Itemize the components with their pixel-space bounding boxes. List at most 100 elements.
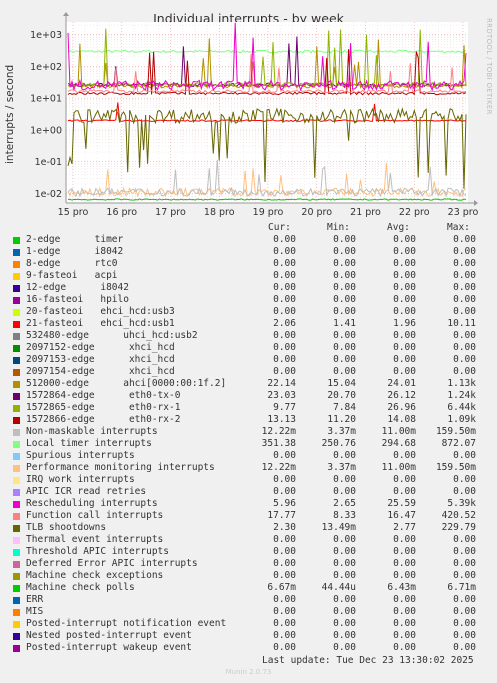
legend-label: Rescheduling interrupts bbox=[26, 498, 158, 509]
legend-max-value: 0.00 bbox=[453, 486, 476, 497]
legend-label: IRQ work interrupts bbox=[26, 474, 135, 485]
legend-max-value: 10.11 bbox=[447, 318, 476, 329]
legend-label: 9-fasteoi acpi bbox=[26, 270, 118, 281]
y-tick-label: 1e-01 bbox=[35, 157, 62, 168]
legend-swatch bbox=[13, 465, 20, 472]
legend-max-value: 6.44k bbox=[447, 402, 476, 413]
legend-max-value: 0.00 bbox=[453, 234, 476, 245]
legend-row: ERR 0.00 0.00 0.00 0.00 bbox=[0, 594, 497, 606]
legend-max-value: 1.13k bbox=[447, 378, 476, 389]
legend-row: Spurious interrupts 0.00 0.00 0.00 0.00 bbox=[0, 450, 497, 462]
y-axis-arrow bbox=[63, 12, 69, 16]
legend-row: TLB shootdowns 2.30 13.49m 2.77 229.79 bbox=[0, 522, 497, 534]
legend-swatch bbox=[13, 573, 20, 580]
legend-row: 1-edge i8042 0.00 0.00 0.00 0.00 bbox=[0, 246, 497, 258]
legend-label: 12-edge i8042 bbox=[26, 282, 129, 293]
legend-label: APIC ICR read retries bbox=[26, 486, 147, 497]
legend-row: Local timer interrupts 351.38 250.76 294.68… bbox=[0, 438, 497, 450]
legend-row: Function call interrupts 17.77 8.33 16.47 42… bbox=[0, 510, 497, 522]
legend-row: 1572866-edge eth0-rx-2 13.13 11.20 14.08 1.0… bbox=[0, 414, 497, 426]
legend-row: APIC ICR read retries 0.00 0.00 0.00 0.00 bbox=[0, 486, 497, 498]
legend-label: TLB shootdowns bbox=[26, 522, 107, 533]
legend-max-value: 0.00 bbox=[453, 306, 476, 317]
x-tick-label: 15 pro bbox=[58, 207, 89, 218]
legend-label: 21-fasteoi ehci_hcd:usb1 bbox=[26, 318, 175, 329]
legend-row: Performance monitoring interrupts 12.22m 3… bbox=[0, 462, 497, 474]
legend-max-value: 0.00 bbox=[453, 258, 476, 269]
col-cur: Cur: bbox=[268, 222, 291, 233]
legend-row: 2-edge timer 0.00 0.00 0.00 0.00 bbox=[0, 234, 497, 246]
legend-max-value: 420.52 bbox=[441, 510, 476, 521]
legend-row: Posted-interrupt notification event 0.00 0… bbox=[0, 618, 497, 630]
col-max: Max: bbox=[447, 222, 470, 233]
legend-row: Machine check exceptions 0.00 0.00 0.00 0.00 bbox=[0, 570, 497, 582]
legend-swatch bbox=[13, 477, 20, 484]
legend-swatch bbox=[13, 321, 20, 328]
legend-label: 20-fasteoi ehci_hcd:usb3 bbox=[26, 306, 175, 317]
legend-swatch bbox=[13, 381, 20, 388]
legend-swatch bbox=[13, 393, 20, 400]
legend-swatch bbox=[13, 489, 20, 496]
legend-row: 1572864-edge eth0-tx-0 23.03 20.70 26.12 1.2… bbox=[0, 390, 497, 402]
legend-swatch bbox=[13, 405, 20, 412]
legend-max-value: 0.00 bbox=[453, 474, 476, 485]
legend-label: Machine check polls bbox=[26, 582, 135, 593]
legend-label: 1572866-edge eth0-rx-2 bbox=[26, 414, 181, 425]
legend-row: IRQ work interrupts 0.00 0.00 0.00 0.00 bbox=[0, 474, 497, 486]
legend-max-value: 0.00 bbox=[453, 366, 476, 377]
legend-label: 512000-edge ahci[0000:00:1f.2] bbox=[26, 378, 227, 389]
legend-row: Machine check polls 6.67m 44.44u 6.43m 6.71m bbox=[0, 582, 497, 594]
legend-max-value: 1.24k bbox=[447, 390, 476, 401]
legend-row: 2097154-edge xhci_hcd 0.00 0.00 0.00 0.00 bbox=[0, 366, 497, 378]
legend-swatch bbox=[13, 501, 20, 508]
legend-label: Local timer interrupts bbox=[26, 438, 152, 449]
legend-max-value: 0.00 bbox=[453, 546, 476, 557]
x-tick-label: 17 pro bbox=[155, 207, 186, 218]
legend-swatch bbox=[13, 525, 20, 532]
legend-swatch bbox=[13, 633, 20, 640]
legend-row: MIS 0.00 0.00 0.00 0.00 bbox=[0, 606, 497, 618]
legend-max-value: 0.00 bbox=[453, 618, 476, 629]
legend-label: 1572865-edge eth0-rx-1 bbox=[26, 402, 181, 413]
legend-max-value: 0.00 bbox=[453, 282, 476, 293]
legend-label: 1-edge i8042 bbox=[26, 246, 124, 257]
legend-swatch bbox=[13, 273, 20, 280]
legend-row: 9-fasteoi acpi 0.00 0.00 0.00 0.00 bbox=[0, 270, 497, 282]
legend-label: 2097152-edge xhci_hcd bbox=[26, 342, 175, 353]
legend-max-value: 0.00 bbox=[453, 294, 476, 305]
legend-max-value: 0.00 bbox=[453, 606, 476, 617]
legend-max-value: 0.00 bbox=[453, 330, 476, 341]
legend-label: 2097154-edge xhci_hcd bbox=[26, 366, 175, 377]
x-tick-label: 21 pro bbox=[350, 207, 381, 218]
y-tick-label: 1e+03 bbox=[30, 30, 62, 41]
x-tick-label: 18 pro bbox=[204, 207, 235, 218]
legend-label: Nested posted-interrupt event bbox=[26, 630, 192, 641]
legend-max-value: 229.79 bbox=[441, 522, 476, 533]
legend-swatch bbox=[13, 297, 20, 304]
legend-label: Non-maskable interrupts bbox=[26, 426, 158, 437]
legend-label: Performance monitoring interrupts bbox=[26, 462, 215, 473]
legend-row: 2097152-edge xhci_hcd 0.00 0.00 0.00 0.00 bbox=[0, 342, 497, 354]
legend-swatch bbox=[13, 513, 20, 520]
x-tick-label: 20 pro bbox=[301, 207, 332, 218]
legend-max-value: 0.00 bbox=[453, 558, 476, 569]
legend-swatch bbox=[13, 429, 20, 436]
legend-max-value: 0.00 bbox=[453, 246, 476, 257]
legend-swatch bbox=[13, 537, 20, 544]
legend-swatch bbox=[13, 333, 20, 340]
legend-label: 532480-edge uhci_hcd:usb2 bbox=[26, 330, 198, 341]
x-tick-label: 16 pro bbox=[106, 207, 137, 218]
legend-row: 512000-edge ahci[0000:00:1f.2] 22.14 15.04… bbox=[0, 378, 497, 390]
legend-label: Spurious interrupts bbox=[26, 450, 135, 461]
legend-label: Thermal event interrupts bbox=[26, 534, 164, 545]
legend-row: Rescheduling interrupts 5.96 2.65 25.59 5.39… bbox=[0, 498, 497, 510]
legend-row: Deferred Error APIC interrupts 0.00 0.00 0.… bbox=[0, 558, 497, 570]
legend-max-value: 0.00 bbox=[453, 450, 476, 461]
legend-max-value: 0.00 bbox=[453, 642, 476, 653]
legend-label: 2-edge timer bbox=[26, 234, 124, 245]
legend-max-value: 0.00 bbox=[453, 594, 476, 605]
x-tick-label: 22 pro bbox=[399, 207, 430, 218]
last-update: Last update: Tue Dec 23 13:30:02 2025 bbox=[262, 655, 474, 666]
legend-row: 12-edge i8042 0.00 0.00 0.00 0.00 bbox=[0, 282, 497, 294]
legend-swatch bbox=[13, 597, 20, 604]
